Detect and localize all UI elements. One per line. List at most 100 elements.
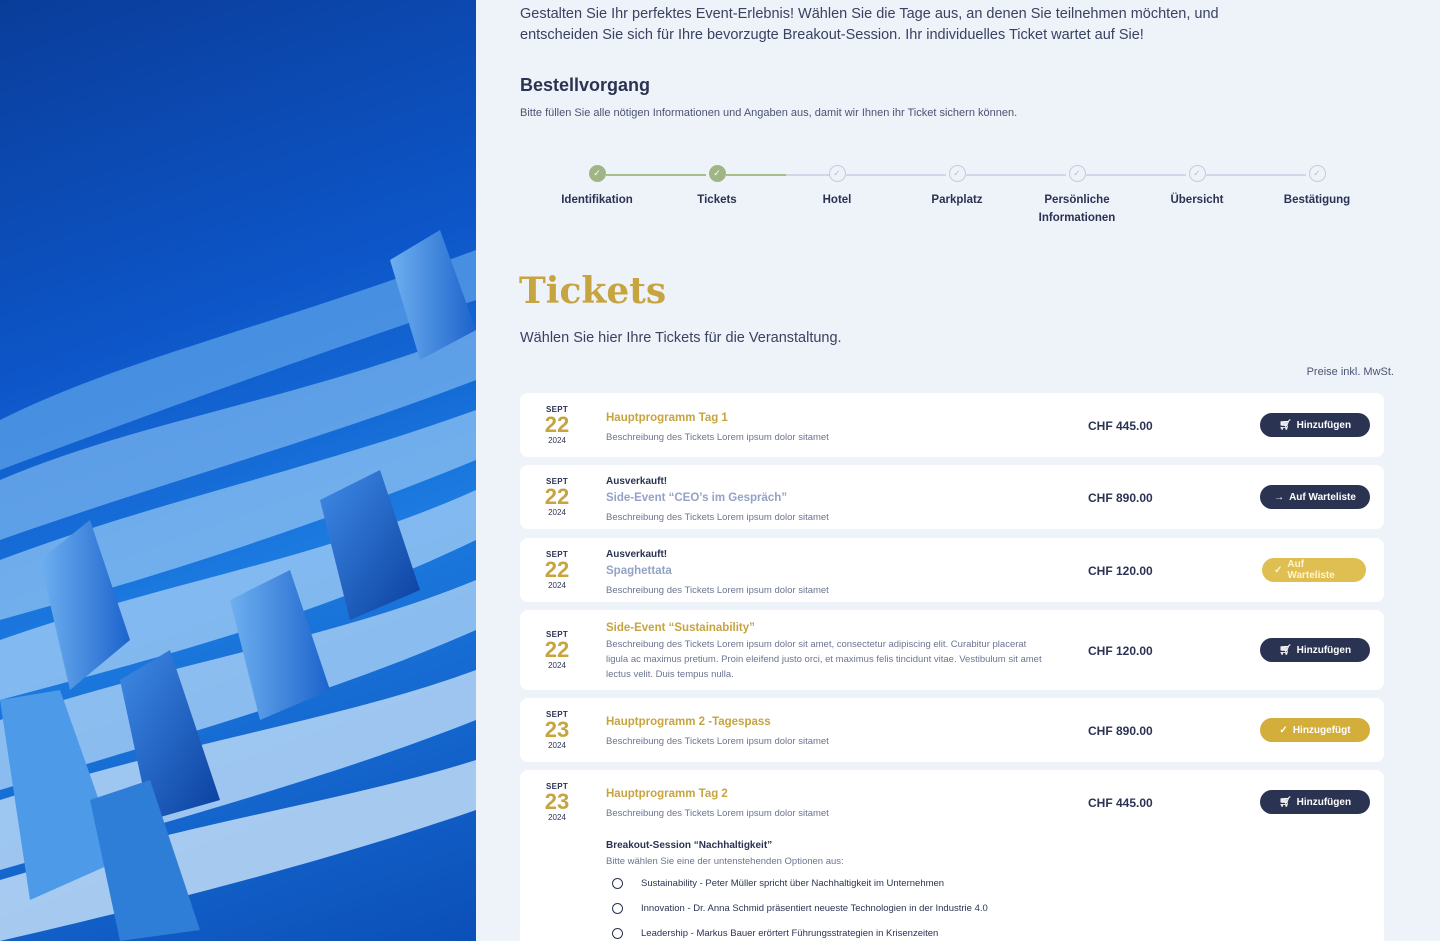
button-label: Hinzufügen (1296, 644, 1352, 656)
option-label: Innovation - Dr. Anna Schmid präsentiert… (641, 903, 988, 914)
check-icon: ✓ (828, 165, 846, 182)
ticket-name: Hauptprogramm Tag 1 (606, 412, 728, 424)
ticket-description: Beschreibung des Tickets Lorem ipsum dol… (606, 808, 829, 819)
tickets-title: Tickets (519, 270, 667, 312)
ticket-description: Beschreibung des Tickets Lorem ipsum dol… (606, 736, 829, 747)
date-badge: SEPT 23 2024 (536, 710, 578, 750)
ticket-name: Side-Event “Sustainability” (606, 622, 755, 634)
ticket-description: Beschreibung des Tickets Lorem ipsum dol… (606, 432, 829, 443)
date-badge: SEPT 23 2024 (536, 782, 578, 822)
order-subtitle: Bitte füllen Sie alle nötigen Informatio… (520, 107, 1018, 119)
ticket-price: CHF 890.00 (1088, 491, 1153, 505)
radio-button[interactable] (612, 878, 623, 889)
check-icon: ✓ (1279, 724, 1288, 736)
date-badge: SEPT 22 2024 (536, 477, 578, 517)
ticket-info: Hauptprogramm 2 -Tagespass Beschreibung … (606, 716, 1046, 749)
step-hotel[interactable]: ✓ Hotel (777, 165, 897, 209)
ticket-card: SEPT 22 2024 Hauptprogramm Tag 1 Beschre… (520, 393, 1384, 457)
date-day: 23 (544, 789, 570, 814)
ticket-price: CHF 445.00 (1088, 796, 1153, 810)
ticket-name: Hauptprogramm Tag 2 (606, 788, 728, 800)
date-year: 2024 (548, 581, 566, 590)
radio-button[interactable] (612, 903, 623, 914)
breakout-option[interactable]: Innovation - Dr. Anna Schmid präsentiert… (612, 903, 988, 914)
add-ticket-button[interactable]: 🛒︎ Hinzufügen (1260, 638, 1370, 662)
progress-stepper: ✓ Identifikation ✓ Tickets ✓ Hotel ✓ Par… (536, 165, 1350, 235)
abstract-blue-folds (0, 230, 476, 941)
step-label: Identifikation (561, 194, 633, 206)
ticket-card: SEPT 23 2024 Hauptprogramm 2 -Tagespass … (520, 698, 1384, 762)
breakout-title: Breakout-Session “Nachhaltigkeit” (606, 840, 773, 851)
date-year: 2024 (548, 813, 566, 822)
date-year: 2024 (548, 508, 566, 517)
step-label: Bestätigung (1283, 194, 1351, 206)
check-icon: ✓ (948, 165, 966, 182)
ticket-card: SEPT 22 2024 Ausverkauft! Spaghettata Be… (520, 538, 1384, 602)
step-uebersicht[interactable]: ✓ Übersicht (1137, 165, 1257, 209)
radio-button[interactable] (612, 928, 623, 939)
tickets-subtitle: Wählen Sie hier Ihre Tickets für die Ver… (520, 330, 842, 346)
ticket-info: Ausverkauft! Side-Event “CEO’s im Gesprä… (606, 476, 1046, 525)
ticket-name: Spaghettata (606, 565, 672, 577)
date-badge: SEPT 22 2024 (536, 550, 578, 590)
ticket-name: Side-Event “CEO’s im Gespräch” (606, 492, 788, 504)
date-year: 2024 (548, 661, 566, 670)
cart-icon: 🛒︎ (1278, 644, 1292, 656)
order-title: Bestellvorgang (520, 75, 651, 95)
button-label: Hinzufügen (1296, 796, 1352, 808)
main-content: Gestalten Sie Ihr perfektes Event-Erlebn… (476, 0, 1440, 941)
waitlist-button[interactable]: → Auf Warteliste (1260, 485, 1370, 509)
add-ticket-button[interactable]: 🛒︎ Hinzufügen (1260, 790, 1370, 814)
ticket-name: Hauptprogramm 2 -Tagespass (606, 716, 771, 728)
date-day: 22 (544, 484, 570, 509)
arrow-right-icon: → (1274, 491, 1285, 503)
step-identifikation[interactable]: ✓ Identifikation (537, 165, 657, 209)
ticket-info: Side-Event “Sustainability” Beschreibung… (606, 622, 1046, 682)
date-day: 22 (544, 412, 570, 437)
step-tickets[interactable]: ✓ Tickets (657, 165, 777, 209)
option-label: Leadership - Markus Bauer erörtert Führu… (641, 928, 939, 939)
step-label: Persönliche Informationen (1038, 194, 1116, 224)
step-label: Tickets (697, 194, 737, 206)
ticket-card: SEPT 23 2024 Hauptprogramm Tag 2 Beschre… (520, 770, 1384, 941)
breakout-option[interactable]: Sustainability - Peter Müller spricht üb… (612, 878, 944, 889)
button-label: Auf Warteliste (1287, 559, 1335, 581)
ticket-price: CHF 445.00 (1088, 419, 1153, 433)
ticket-card: SEPT 22 2024 Ausverkauft! Side-Event “CE… (520, 465, 1384, 529)
cart-icon: 🛒︎ (1278, 796, 1292, 808)
check-icon: ✓ (588, 165, 606, 182)
step-parkplatz[interactable]: ✓ Parkplatz (897, 165, 1017, 209)
check-icon: ✓ (708, 165, 726, 182)
date-badge: SEPT 22 2024 (536, 405, 578, 445)
waitlist-joined-button[interactable]: ✓ Auf Warteliste (1262, 558, 1366, 582)
date-day: 23 (544, 717, 570, 742)
date-day: 22 (544, 557, 570, 582)
ticket-card: SEPT 22 2024 Side-Event “Sustainability”… (520, 610, 1384, 690)
soldout-label: Ausverkauft! (606, 476, 668, 487)
ticket-description: Beschreibung des Tickets Lorem ipsum dol… (606, 639, 1042, 680)
intro-text: Gestalten Sie Ihr perfektes Event-Erlebn… (520, 6, 1219, 43)
date-day: 22 (544, 637, 570, 662)
cart-icon: 🛒︎ (1278, 419, 1292, 431)
ticket-description: Beschreibung des Tickets Lorem ipsum dol… (606, 512, 829, 523)
button-label: Hinzugefügt (1292, 724, 1351, 736)
step-label: Hotel (822, 194, 852, 206)
price-note: Preise inkl. MwSt. (1306, 366, 1394, 378)
date-year: 2024 (548, 741, 566, 750)
ticket-price: CHF 890.00 (1088, 724, 1153, 738)
check-icon: ✓ (1188, 165, 1206, 182)
step-bestaetigung[interactable]: ✓ Bestätigung (1257, 165, 1377, 209)
check-icon: ✓ (1308, 165, 1326, 182)
ticket-price: CHF 120.00 (1088, 564, 1153, 578)
soldout-label: Ausverkauft! (606, 549, 668, 560)
ticket-info: Ausverkauft! Spaghettata Beschreibung de… (606, 549, 1046, 598)
step-persoenliche-informationen[interactable]: ✓ Persönliche Informationen (1017, 165, 1137, 227)
option-label: Sustainability - Peter Müller spricht üb… (641, 878, 945, 889)
add-ticket-button[interactable]: 🛒︎ Hinzufügen (1260, 413, 1370, 437)
hero-image (0, 0, 476, 941)
step-label: Parkplatz (931, 194, 983, 206)
ticket-info: Hauptprogramm Tag 2 Beschreibung des Tic… (606, 788, 1046, 821)
added-button[interactable]: ✓ Hinzugefügt (1260, 718, 1370, 742)
date-year: 2024 (548, 436, 566, 445)
breakout-option[interactable]: Leadership - Markus Bauer erörtert Führu… (612, 928, 938, 939)
